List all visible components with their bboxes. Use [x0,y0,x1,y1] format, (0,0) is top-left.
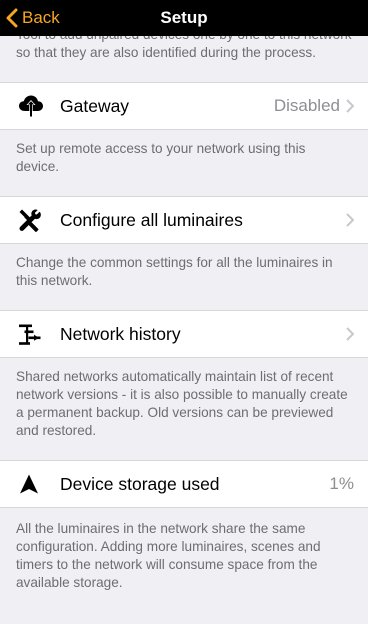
configure-luminaires-description: Change the common settings for all the l… [16,255,333,288]
network-history-label: Network history [60,323,181,344]
cloud-upload-icon [18,91,48,121]
device-storage-row: Device storage used 1% [0,460,368,508]
gateway-status-value: Disabled [273,96,340,115]
device-storage-value: 1% [329,474,354,493]
network-history-row[interactable]: Network history [0,310,368,358]
gateway-description: Set up remote access to your network usi… [16,141,306,174]
chevron-right-icon [346,99,354,113]
chevron-right-icon [346,327,354,341]
navigation-bar: Back Setup [0,0,368,36]
settings-list[interactable]: Tool to add unpaired devices one by one … [0,36,368,624]
tools-icon [18,205,48,235]
configure-luminaires-label: Configure all luminaires [60,209,243,230]
network-history-description: Shared networks automatically maintain l… [16,369,348,438]
configure-luminaires-row[interactable]: Configure all luminaires [0,196,368,244]
storage-triangle-icon [18,469,48,499]
gateway-label: Gateway [60,95,130,116]
device-storage-label: Device storage used [60,473,220,494]
device-storage-description: All the luminaires in the network share … [16,521,321,590]
page-title: Setup [160,8,208,27]
chevron-right-icon [346,213,354,227]
intro-description: Tool to add unpaired devices one by one … [16,36,352,60]
history-icon [18,319,48,349]
gateway-row[interactable]: Gateway Disabled [0,82,368,130]
